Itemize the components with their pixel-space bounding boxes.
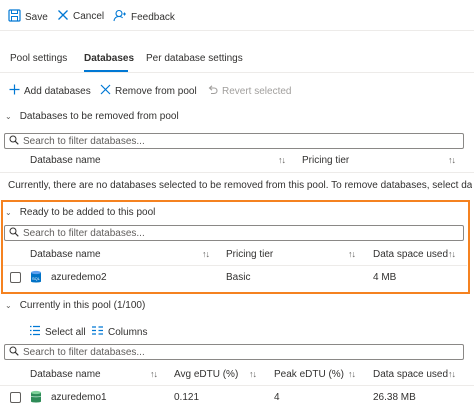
current-section-title: Currently in this pool (1/100) [19, 300, 146, 311]
current-col-database-name[interactable]: Database name [30, 369, 101, 380]
sort-icon[interactable]: ↑↓ [348, 369, 356, 379]
ready-section-title: Ready to be added to this pool [19, 207, 156, 218]
tab-per-database-settings[interactable]: Per database settings [146, 53, 243, 64]
search-icon [9, 346, 19, 359]
chevron-down-icon: ⌄ [5, 208, 12, 217]
chevron-down-icon: ⌄ [5, 301, 12, 310]
feedback-button[interactable]: Feedback [113, 9, 175, 25]
ready-col-data-space-used[interactable]: Data space used [373, 249, 448, 260]
removed-col-database-name[interactable]: Database name [30, 155, 101, 166]
sort-icon[interactable]: ↑↓ [249, 369, 257, 379]
ready-col-database-name[interactable]: Database name [30, 249, 101, 260]
save-icon [8, 9, 21, 25]
removed-col-pricing-tier[interactable]: Pricing tier [302, 155, 349, 166]
tabs-divider [0, 72, 474, 73]
data-space-cell: 26.38 MB [373, 392, 416, 403]
remove-from-pool-button[interactable]: Remove from pool [100, 84, 197, 98]
feedback-icon [113, 9, 127, 25]
db-name-cell[interactable]: azuredemo2 [51, 272, 107, 283]
row-checkbox[interactable] [10, 272, 21, 283]
pricing-tier-cell: Basic [226, 272, 251, 283]
add-databases-button[interactable]: Add databases [9, 84, 91, 98]
close-icon [100, 84, 111, 98]
sort-icon[interactable]: ↑↓ [448, 369, 456, 379]
columns-label: Columns [108, 326, 148, 338]
sort-icon[interactable]: ↑↓ [278, 155, 286, 165]
svg-text:SQL: SQL [32, 276, 41, 281]
sql-database-icon: SQL [30, 270, 42, 287]
select-all-button[interactable]: Select all [29, 325, 86, 339]
current-section-header[interactable]: ⌄ Currently in this pool (1/100) [5, 300, 145, 311]
feedback-label: Feedback [131, 11, 175, 23]
select-all-label: Select all [45, 326, 86, 338]
current-col-avg-edtu[interactable]: Avg eDTU (%) [174, 369, 238, 380]
toolbar-divider [0, 30, 474, 31]
select-all-icon [29, 325, 41, 339]
current-search-box[interactable] [4, 344, 464, 360]
removed-empty-message: Currently, there are no databases select… [8, 180, 472, 191]
sort-icon[interactable]: ↑↓ [348, 249, 356, 259]
tab-databases[interactable]: Databases [84, 53, 134, 64]
cancel-button[interactable]: Cancel [57, 9, 104, 24]
close-icon [57, 9, 69, 24]
plus-icon [9, 84, 20, 98]
db-name-cell[interactable]: azuredemo1 [51, 392, 107, 403]
columns-button[interactable]: Columns [91, 325, 147, 339]
ready-col-pricing-tier[interactable]: Pricing tier [226, 249, 273, 260]
cancel-label: Cancel [73, 11, 105, 22]
removed-section-title: Databases to be removed from pool [19, 111, 179, 122]
columns-icon [91, 325, 104, 339]
tab-pool-settings[interactable]: Pool settings [10, 53, 67, 64]
ready-search-box[interactable] [4, 225, 464, 241]
sort-icon[interactable]: ↑↓ [448, 249, 456, 259]
current-col-peak-edtu[interactable]: Peak eDTU (%) [274, 369, 344, 380]
current-col-data-space-used[interactable]: Data space used [373, 369, 448, 380]
removed-header-divider [0, 172, 474, 173]
chevron-down-icon: ⌄ [5, 112, 12, 121]
sort-icon[interactable]: ↑↓ [448, 155, 456, 165]
revert-selected-label: Revert selected [222, 85, 292, 97]
ready-search-input[interactable] [23, 227, 443, 239]
save-button[interactable]: Save [8, 9, 48, 25]
removed-search-box[interactable] [4, 133, 464, 149]
search-icon [9, 135, 19, 148]
data-space-cell: 4 MB [373, 272, 397, 283]
sort-icon[interactable]: ↑↓ [150, 369, 158, 379]
undo-icon [207, 84, 218, 98]
save-label: Save [25, 11, 48, 23]
current-header-divider [0, 385, 474, 386]
peak-edtu-cell: 4 [274, 392, 280, 403]
current-search-input[interactable] [23, 346, 443, 358]
removed-search-input[interactable] [23, 135, 443, 147]
ready-section-header[interactable]: ⌄ Ready to be added to this pool [5, 207, 155, 218]
removed-section-header[interactable]: ⌄ Databases to be removed from pool [5, 111, 179, 122]
revert-selected-button[interactable]: Revert selected [207, 84, 291, 98]
database-icon [30, 390, 42, 407]
remove-from-pool-label: Remove from pool [115, 85, 197, 97]
search-icon [9, 227, 19, 240]
add-databases-label: Add databases [24, 85, 91, 97]
ready-header-divider [3, 265, 467, 266]
row-checkbox[interactable] [10, 392, 21, 403]
sort-icon[interactable]: ↑↓ [202, 249, 210, 259]
avg-edtu-cell: 0.121 [174, 392, 200, 403]
